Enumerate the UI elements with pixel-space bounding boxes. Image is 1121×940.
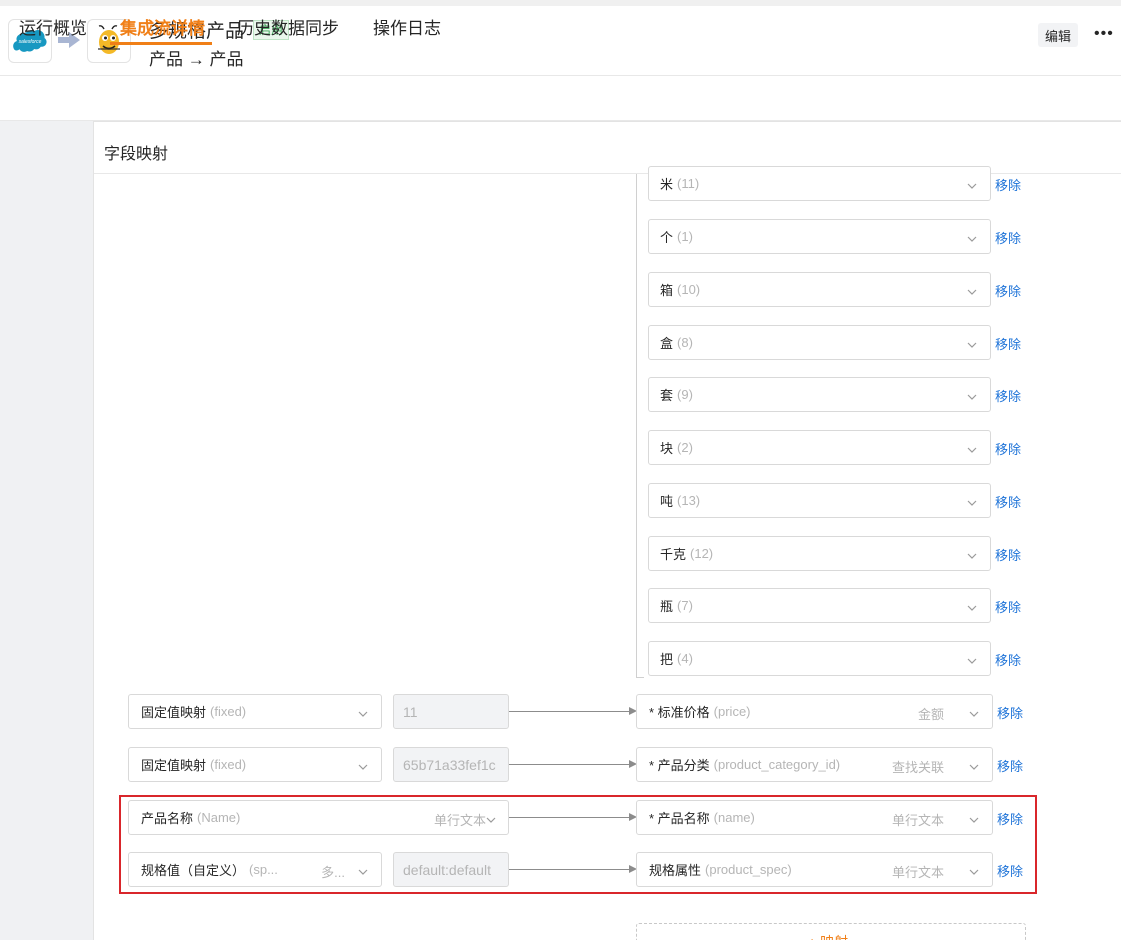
source-field-select[interactable]: 固定值映射 (fixed) [128, 747, 382, 782]
panel-title: 字段映射 [104, 146, 169, 163]
option-value: (13) [677, 493, 701, 508]
option-label: 盒 [660, 336, 674, 351]
remove-option-link[interactable]: 移除 [995, 228, 1021, 247]
source-field-label: 固定值映射 [141, 758, 207, 773]
remove-option-link[interactable]: 移除 [995, 492, 1021, 511]
fixed-value-input[interactable]: 11 [393, 694, 509, 729]
source-field-select[interactable]: 固定值映射 (fixed) [128, 694, 382, 729]
target-field-label: * 产品分类 [649, 758, 710, 773]
option-value-select[interactable]: 套 (9) [648, 377, 991, 412]
chevron-down-icon[interactable] [967, 232, 977, 242]
option-label: 箱 [660, 283, 674, 298]
active-tab-indicator [110, 42, 212, 45]
remove-option-link[interactable]: 移除 [995, 281, 1021, 300]
remove-option-link[interactable]: 移除 [995, 386, 1021, 405]
chevron-down-icon[interactable] [967, 179, 977, 189]
highlight-box [119, 795, 1037, 894]
option-value: (7) [677, 598, 693, 613]
remove-option-link[interactable]: 移除 [995, 439, 1021, 458]
target-field-api: (price) [713, 704, 751, 719]
option-value: (12) [690, 546, 714, 561]
target-field-select[interactable]: * 产品分类 (product_category_id) 查找关联 [636, 747, 993, 782]
mapping-arrow-line [509, 711, 630, 712]
option-label: 吨 [660, 494, 674, 509]
chevron-down-icon[interactable] [967, 601, 977, 611]
tab-history-sync[interactable]: 历史数据同步 [237, 14, 339, 39]
option-value-select[interactable]: 箱 (10) [648, 272, 991, 307]
option-label: 把 [660, 652, 674, 667]
option-label: 千克 [660, 547, 687, 562]
chevron-down-icon[interactable] [967, 654, 977, 664]
option-value: (4) [677, 651, 693, 666]
source-field-api: (fixed) [210, 757, 247, 772]
option-value-select[interactable]: 个 (1) [648, 219, 991, 254]
chevron-down-icon[interactable] [969, 707, 979, 717]
remove-option-link[interactable]: 移除 [995, 175, 1021, 194]
option-value: (8) [677, 335, 693, 350]
chevron-down-icon[interactable] [358, 707, 368, 717]
chevron-down-icon[interactable] [967, 285, 977, 295]
edit-button[interactable]: 编辑 [1038, 23, 1078, 47]
tab-operation-log[interactable]: 操作日志 [373, 14, 441, 39]
chevron-down-icon[interactable] [358, 760, 368, 770]
tab-overview[interactable]: 运行概览 [19, 14, 87, 39]
option-value: (11) [677, 176, 700, 191]
target-field-label: * 标准价格 [649, 705, 710, 720]
svg-text:salesforce: salesforce [19, 39, 42, 45]
option-group-bracket-foot [636, 677, 644, 678]
mapping-arrow-line [509, 764, 630, 765]
option-group-bracket [636, 174, 637, 678]
option-value-select[interactable]: 米 (11) [648, 166, 991, 201]
target-field-select[interactable]: * 标准价格 (price) 金额 [636, 694, 993, 729]
option-label: 米 [660, 177, 674, 192]
remove-option-link[interactable]: 移除 [995, 545, 1021, 564]
option-label: 个 [660, 230, 674, 245]
option-value-select[interactable]: 把 (4) [648, 641, 991, 676]
remove-mapping-link[interactable]: 移除 [997, 703, 1023, 722]
source-field-api: (fixed) [210, 704, 247, 719]
remove-option-link[interactable]: 移除 [995, 597, 1021, 616]
chevron-down-icon[interactable] [967, 443, 977, 453]
target-field-api: (product_category_id) [713, 757, 841, 772]
object-mapping-subtitle: 产品 → 产品 [149, 50, 244, 69]
tab-bar [0, 76, 1121, 121]
chevron-down-icon[interactable] [967, 390, 977, 400]
target-field-type: 金额 [917, 707, 944, 722]
option-value: (10) [677, 282, 701, 297]
remove-option-link[interactable]: 移除 [995, 334, 1021, 353]
remove-mapping-link[interactable]: 移除 [997, 756, 1023, 775]
chevron-down-icon[interactable] [967, 549, 977, 559]
tab-flow-details[interactable]: 集成流详情 [120, 14, 205, 39]
chevron-down-icon[interactable] [967, 338, 977, 348]
option-label: 块 [660, 441, 674, 456]
option-value-select[interactable]: 盒 (8) [648, 325, 991, 360]
more-horizontal-icon[interactable]: ••• [1094, 26, 1114, 42]
option-value-select[interactable]: 瓶 (7) [648, 588, 991, 623]
option-value-select[interactable]: 块 (2) [648, 430, 991, 465]
option-value-select[interactable]: 千克 (12) [648, 536, 991, 571]
option-label: 套 [660, 388, 674, 403]
option-label: 瓶 [660, 599, 674, 614]
remove-option-link[interactable]: 移除 [995, 650, 1021, 669]
add-mapping-label[interactable]: + 映射 [808, 932, 848, 940]
chevron-down-icon[interactable] [967, 496, 977, 506]
option-value: (2) [677, 440, 693, 455]
option-value: (9) [677, 387, 693, 402]
source-field-label: 固定值映射 [141, 705, 207, 720]
chevron-down-icon[interactable] [969, 760, 979, 770]
option-value: (1) [677, 229, 693, 244]
target-field-type: 查找关联 [891, 760, 944, 775]
fixed-value-input[interactable]: 65b71a33fef1c [393, 747, 509, 782]
option-value-select[interactable]: 吨 (13) [648, 483, 991, 518]
